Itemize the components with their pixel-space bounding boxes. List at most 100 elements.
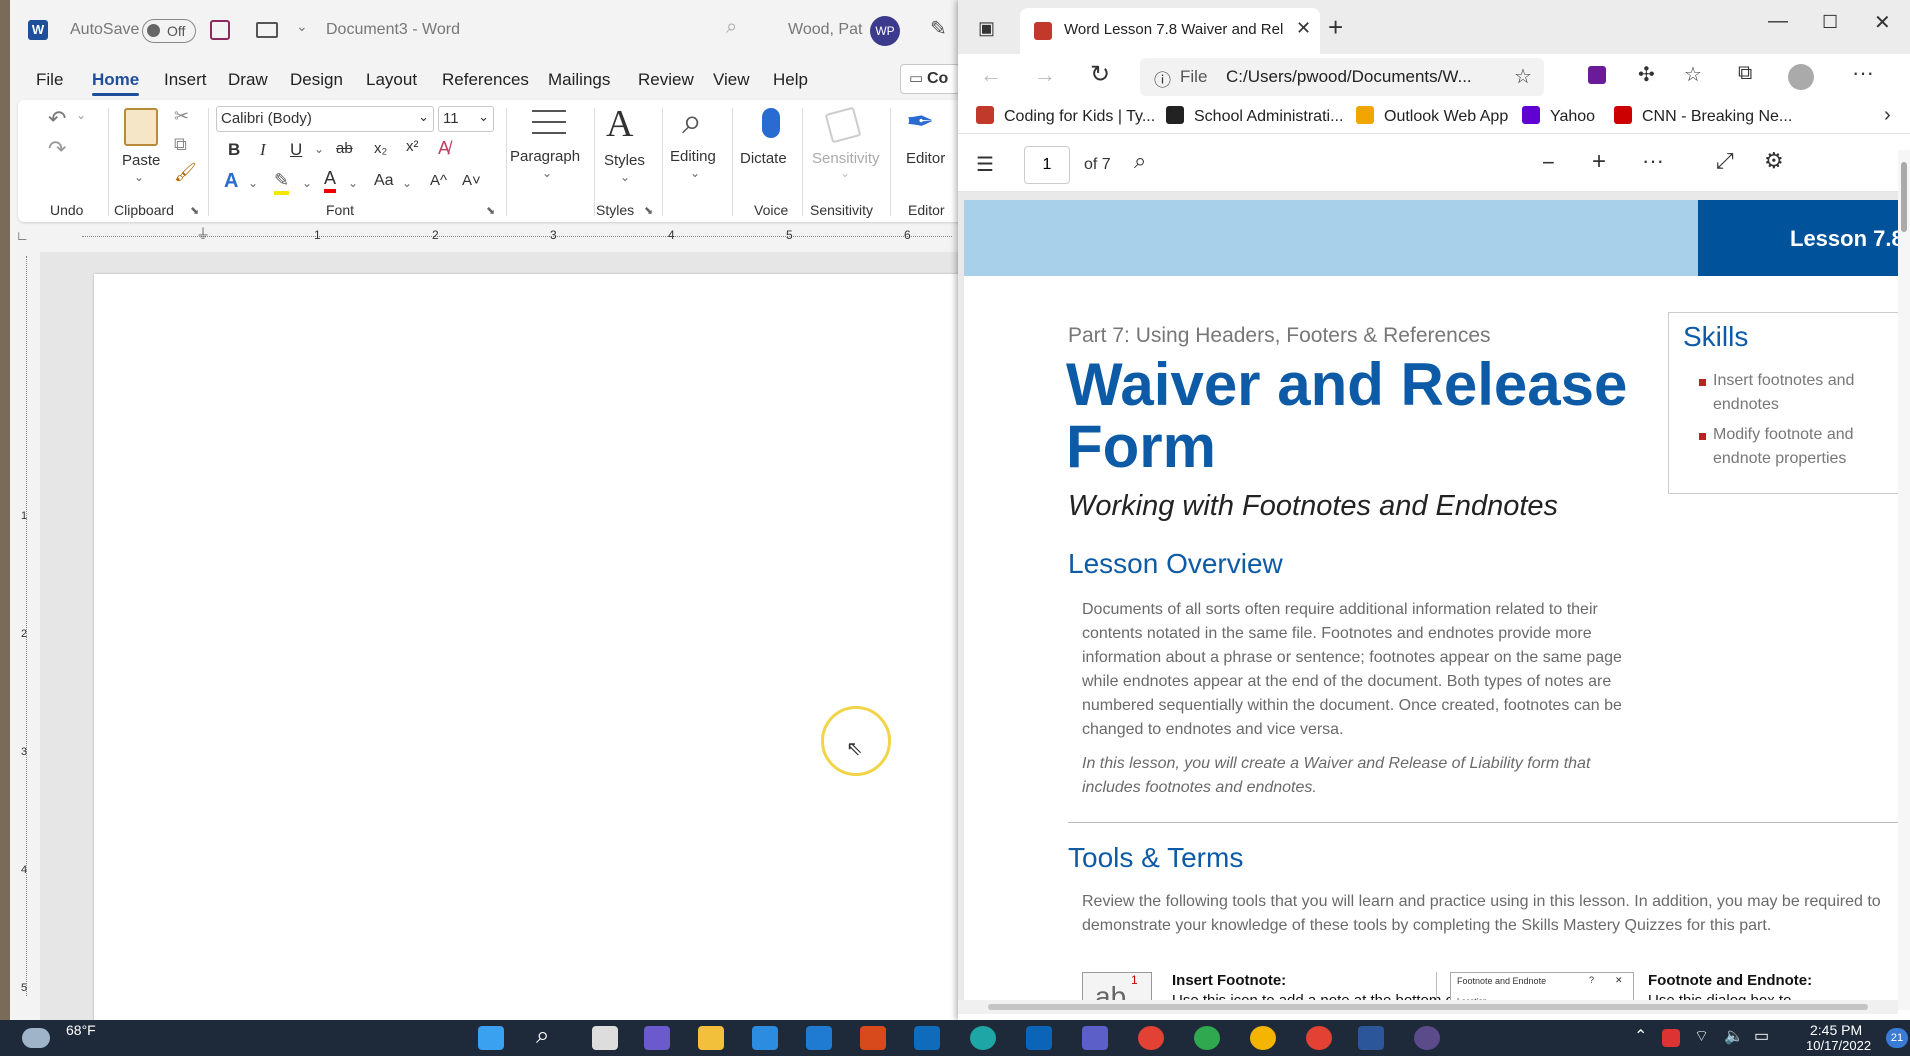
undo-dropdown-icon[interactable]: ⌄: [76, 108, 86, 122]
fit-page-icon[interactable]: ⤢: [1716, 148, 1734, 174]
favorite-item[interactable]: Outlook Web App: [1356, 106, 1508, 126]
strikethrough-button[interactable]: ab: [336, 140, 353, 157]
editing-dropdown-icon[interactable]: ⌄: [690, 166, 700, 180]
file-explorer-icon[interactable]: [698, 1026, 724, 1050]
paragraph-dropdown-icon[interactable]: ⌄: [542, 166, 552, 180]
font-name-dropdown[interactable]: Calibri (Body) ⌄: [216, 106, 434, 132]
favorite-item[interactable]: CNN - Breaking Ne...: [1614, 106, 1792, 126]
pdf-viewer[interactable]: Lesson 7.8 Part 7: Using Headers, Footer…: [958, 192, 1898, 1010]
add-favorite-icon[interactable]: ☆: [1514, 64, 1532, 89]
paste-dropdown-icon[interactable]: ⌄: [134, 170, 144, 184]
format-painter-icon[interactable]: 🖌: [174, 162, 197, 183]
favorite-item[interactable]: Yahoo: [1522, 106, 1595, 126]
close-tab-icon[interactable]: ✕: [1296, 18, 1311, 39]
font-color-dropdown-icon[interactable]: ⌄: [348, 176, 358, 190]
comments-button[interactable]: ▭ Co: [900, 64, 958, 94]
microphone-icon[interactable]: [762, 108, 780, 138]
user-avatar[interactable]: WP: [870, 16, 900, 46]
wifi-icon[interactable]: ⌔: [1694, 1026, 1709, 1046]
favorite-item[interactable]: Coding for Kids | Ty...: [976, 106, 1155, 126]
undo-icon[interactable]: ↶: [48, 106, 66, 132]
chrome-alt-icon[interactable]: [1250, 1026, 1276, 1050]
more-icon[interactable]: ···: [1852, 60, 1874, 86]
maximize-icon[interactable]: ☐: [1822, 12, 1838, 33]
styles-dropdown-icon[interactable]: ⌄: [620, 170, 630, 184]
favorite-item[interactable]: School Administrati...: [1166, 106, 1343, 126]
horizontal-scrollbar[interactable]: [958, 1000, 1898, 1014]
teams-chat-icon[interactable]: [644, 1026, 670, 1050]
indent-marker-icon[interactable]: ⏚: [196, 224, 210, 244]
volume-icon[interactable]: 🔈: [1724, 1026, 1744, 1046]
outlook-icon[interactable]: [914, 1026, 940, 1050]
superscript-button[interactable]: x²: [406, 138, 419, 155]
dictate-label[interactable]: Dictate: [740, 150, 787, 167]
highlight-icon[interactable]: ✎: [274, 170, 290, 195]
editing-label[interactable]: Editing: [670, 148, 716, 165]
outlook-app-icon[interactable]: [1026, 1026, 1052, 1050]
word-taskbar-icon[interactable]: [1358, 1026, 1384, 1050]
font-size-dropdown[interactable]: 11 ⌄: [438, 106, 494, 132]
search-icon[interactable]: ⌕: [536, 1022, 549, 1050]
clock-date[interactable]: 10/17/2022: [1806, 1038, 1871, 1053]
tab-references[interactable]: References: [442, 70, 529, 90]
tab-draw[interactable]: Draw: [228, 70, 268, 90]
horizontal-ruler[interactable]: ∟ ⏚ 1 2 3 4 5 6: [10, 226, 958, 248]
pdf-settings-icon[interactable]: ⚙: [1764, 148, 1784, 174]
open-folder-icon[interactable]: [256, 22, 278, 38]
extensions-puzzle-icon[interactable]: ✣: [1638, 62, 1655, 87]
teams-icon[interactable]: [1082, 1026, 1108, 1050]
chevron-up-icon[interactable]: ⌃: [1634, 1026, 1647, 1046]
vertical-scrollbar[interactable]: [1898, 150, 1910, 1010]
weather-icon[interactable]: [22, 1028, 50, 1048]
paragraph-label[interactable]: Paragraph: [510, 148, 580, 165]
address-bar[interactable]: ⓘ File C:/Users/pwood/Documents/W... ☆: [1140, 58, 1544, 96]
sensitivity-label[interactable]: Sensitivity: [812, 150, 880, 167]
mail-icon[interactable]: [806, 1026, 832, 1050]
tab-layout[interactable]: Layout: [366, 70, 417, 90]
favorites-icon[interactable]: ☆: [1684, 62, 1702, 87]
sensitivity-dropdown-icon[interactable]: ⌄: [840, 166, 850, 180]
tab-review[interactable]: Review: [638, 70, 694, 90]
font-launcher-icon[interactable]: ⬊: [486, 204, 495, 217]
word-logo-icon[interactable]: W: [28, 20, 48, 40]
save-icon[interactable]: [210, 20, 230, 40]
tab-actions-icon[interactable]: ▣: [978, 18, 995, 39]
bold-button[interactable]: B: [228, 140, 240, 160]
tray-app-icon[interactable]: [1662, 1029, 1680, 1047]
chevron-right-icon[interactable]: ›: [1884, 104, 1891, 127]
new-tab-icon[interactable]: +: [1328, 12, 1343, 43]
minimize-icon[interactable]: —: [1768, 10, 1788, 33]
document-page[interactable]: [94, 274, 958, 1020]
task-view-icon[interactable]: [592, 1026, 618, 1050]
editing-search-icon[interactable]: ⌕: [682, 100, 702, 143]
underline-dropdown-icon[interactable]: ⌄: [314, 142, 324, 156]
battery-icon[interactable]: ▭: [1754, 1026, 1769, 1046]
search-icon[interactable]: ⌕: [1134, 148, 1146, 174]
close-window-icon[interactable]: ✕: [1874, 10, 1891, 35]
weather-temp[interactable]: 68°F: [66, 1022, 96, 1038]
paragraph-icon[interactable]: [532, 110, 566, 134]
shrink-font-button[interactable]: A˅: [462, 172, 481, 189]
qat-more-icon[interactable]: ⌄: [296, 18, 308, 35]
page-number-input[interactable]: 1: [1024, 146, 1070, 184]
chrome-profile-icon[interactable]: [1194, 1026, 1220, 1050]
zoom-out-icon[interactable]: −: [1542, 150, 1555, 176]
tab-design[interactable]: Design: [290, 70, 343, 90]
contents-list-icon[interactable]: ☰: [976, 152, 994, 177]
font-color-icon[interactable]: A: [324, 168, 337, 193]
store-icon[interactable]: [752, 1026, 778, 1050]
start-icon[interactable]: [478, 1026, 504, 1050]
tab-insert[interactable]: Insert: [164, 70, 207, 90]
styles-launcher-icon[interactable]: ⬊: [644, 204, 653, 217]
ruler-tab-icon[interactable]: ∟: [16, 228, 29, 243]
editor-pen-icon[interactable]: ✒: [906, 102, 935, 142]
text-effects-icon[interactable]: A: [224, 170, 238, 193]
vertical-ruler[interactable]: 1 2 3 4 5: [18, 256, 36, 1020]
office-icon[interactable]: [860, 1026, 886, 1050]
tab-home[interactable]: Home: [92, 70, 140, 96]
tab-file[interactable]: File: [36, 70, 63, 90]
back-icon[interactable]: ←: [980, 62, 1002, 88]
grow-font-button[interactable]: A^: [430, 172, 447, 189]
styles-label[interactable]: Styles: [604, 152, 645, 169]
browser-tab-active[interactable]: Word Lesson 7.8 Waiver and Rele ✕: [1020, 8, 1320, 54]
